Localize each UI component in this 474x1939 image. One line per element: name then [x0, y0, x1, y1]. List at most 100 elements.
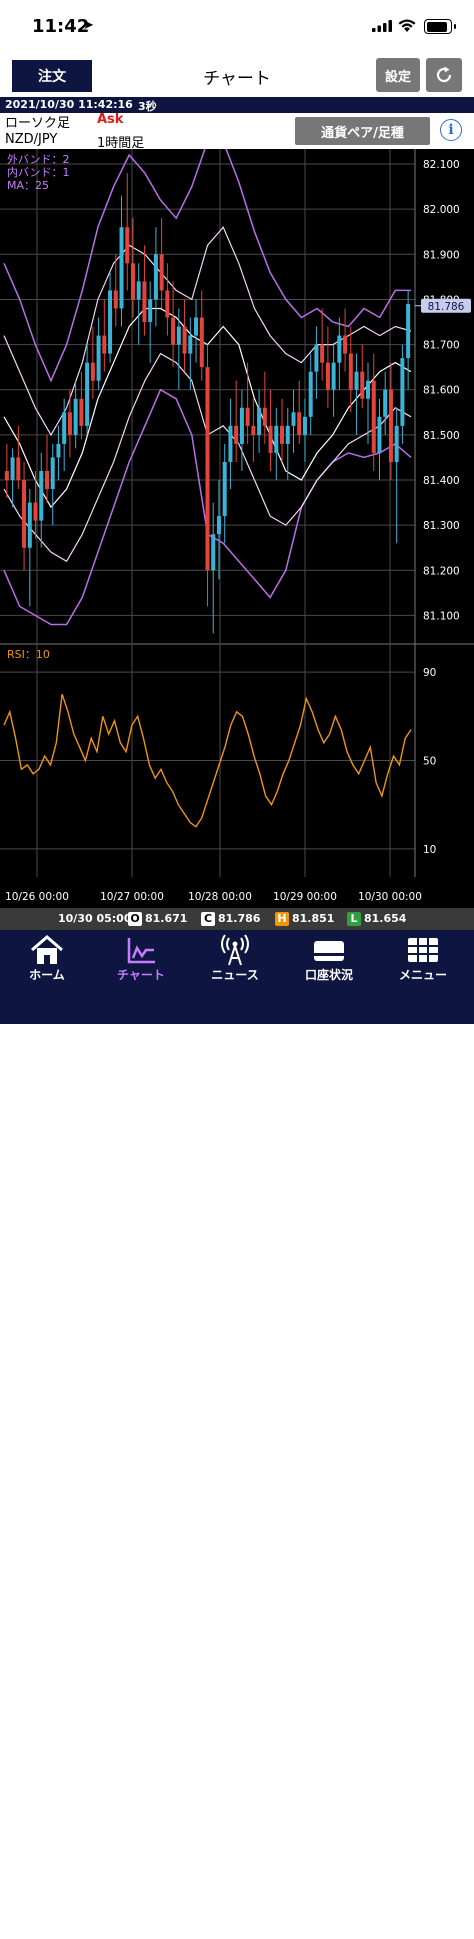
candle-body	[22, 480, 27, 548]
high-value: 81.851	[292, 912, 335, 925]
candle-body	[257, 407, 262, 435]
time-tick-label: 10/30 00:00	[358, 891, 422, 903]
candle-body	[239, 407, 244, 444]
battery-icon	[424, 19, 456, 34]
candle-body	[394, 425, 399, 462]
candle-body	[176, 326, 181, 345]
tab-news-label: ニュース	[211, 968, 259, 982]
candle-body	[79, 398, 84, 426]
card-icon	[314, 941, 344, 961]
price-chart[interactable]: 82.10082.00081.90081.80081.70081.60081.5…	[0, 140, 474, 908]
time-tick-label: 10/29 00:00	[273, 891, 337, 903]
refresh-button[interactable]	[426, 58, 462, 92]
status-time: 11:42	[32, 16, 90, 37]
candle-body	[50, 457, 55, 490]
low-value: 81.654	[364, 912, 407, 925]
tab-menu[interactable]: メニュー	[376, 930, 470, 990]
candle-body	[354, 371, 359, 390]
home-indicator	[154, 1934, 322, 1939]
candle-body	[308, 371, 313, 417]
tab-news[interactable]: ニュース	[188, 930, 282, 990]
candle-body	[251, 425, 256, 435]
ohlc-time: 10/30 05:00	[58, 912, 132, 925]
candle-body	[102, 335, 107, 354]
candle-body	[136, 281, 141, 300]
candle-body	[343, 335, 348, 354]
candle-body	[234, 425, 239, 444]
tab-account[interactable]: 口座状況	[282, 930, 376, 990]
close-value: 81.786	[218, 912, 261, 925]
tab-home[interactable]: ホーム	[0, 930, 94, 990]
info-icon[interactable]: i	[440, 119, 462, 141]
candle-body	[73, 398, 78, 435]
candle-body	[388, 389, 393, 462]
candle-body	[96, 335, 101, 381]
wifi-icon	[398, 19, 416, 32]
candle-body	[16, 457, 21, 481]
price-tick-label: 81.600	[423, 385, 460, 397]
inner-band-label: 内バンド：1	[7, 165, 70, 179]
home-icon	[31, 935, 63, 964]
time-tick-label: 10/28 00:00	[188, 891, 252, 903]
candle-body	[406, 303, 411, 359]
pair-timeframe-button[interactable]: 通貨ペア/足種	[295, 117, 430, 145]
candle-body	[291, 412, 296, 426]
location-arrow-icon: ➤	[83, 18, 94, 33]
close-badge: C	[201, 912, 215, 926]
candle-body	[130, 263, 135, 300]
rsi-tick-label: 10	[423, 844, 436, 856]
price-tick-label: 81.400	[423, 475, 460, 487]
price-tick-label: 81.300	[423, 520, 460, 532]
candle-body	[314, 344, 319, 372]
candle-body	[377, 416, 382, 453]
pair-label: NZD/JPY	[5, 132, 58, 147]
chart-canvas[interactable]: 82.10082.00081.90081.80081.70081.60081.5…	[0, 140, 474, 908]
settings-button[interactable]: 設定	[376, 58, 420, 92]
nav-bar: 注文 チャート 設定	[0, 52, 474, 97]
open-badge: O	[128, 912, 142, 926]
candle-body	[171, 317, 176, 345]
price-tick-label: 82.100	[423, 159, 460, 171]
candle-body	[108, 290, 113, 354]
candle-body	[125, 227, 130, 264]
candle-body	[188, 335, 193, 354]
price-side-label[interactable]: Ask	[97, 112, 123, 127]
tab-chart[interactable]: チャート	[94, 930, 188, 990]
candle-body	[33, 502, 38, 521]
candle-body	[10, 457, 15, 481]
candle-body	[228, 425, 233, 462]
candle-body	[27, 502, 32, 548]
open-value: 81.671	[145, 912, 188, 925]
candle-body	[142, 281, 147, 323]
cellular-signal-icon	[372, 20, 392, 32]
candle-body	[262, 407, 267, 426]
candle-body	[245, 407, 250, 426]
current-price-value: 81.786	[428, 301, 465, 313]
candle-body	[297, 412, 302, 435]
chart-type-label[interactable]: ローソク足	[5, 112, 70, 131]
time-tick-label: 10/26 00:00	[5, 891, 69, 903]
candle-body	[360, 371, 365, 399]
candle-body	[325, 362, 330, 390]
low-badge: L	[347, 912, 361, 926]
ma-label: MA：25	[7, 179, 49, 192]
candle-body	[90, 362, 95, 381]
candle-body	[119, 227, 124, 309]
current-price-tag: 81.786	[421, 298, 471, 313]
price-tick-label: 81.900	[423, 249, 460, 261]
candle-body	[366, 380, 371, 399]
rsi-tick-label: 90	[423, 667, 436, 679]
price-tick-label: 82.000	[423, 204, 460, 216]
refresh-icon	[436, 66, 452, 83]
update-interval: 3秒	[138, 100, 157, 113]
last-update-datetime: 2021/10/30 11:42:16	[5, 98, 133, 111]
status-bar: 11:42 ➤	[0, 0, 474, 52]
candle-body	[85, 362, 90, 426]
chart-settings-row: ローソク足 Ask NZD/JPY 1時間足 通貨ペア/足種 i	[0, 112, 474, 151]
candle-body	[159, 254, 164, 291]
price-tick-label: 81.200	[423, 565, 460, 577]
candle-body	[320, 344, 325, 363]
candle-body	[56, 443, 61, 458]
tab-home-label: ホーム	[29, 968, 65, 982]
candle-body	[39, 470, 44, 521]
